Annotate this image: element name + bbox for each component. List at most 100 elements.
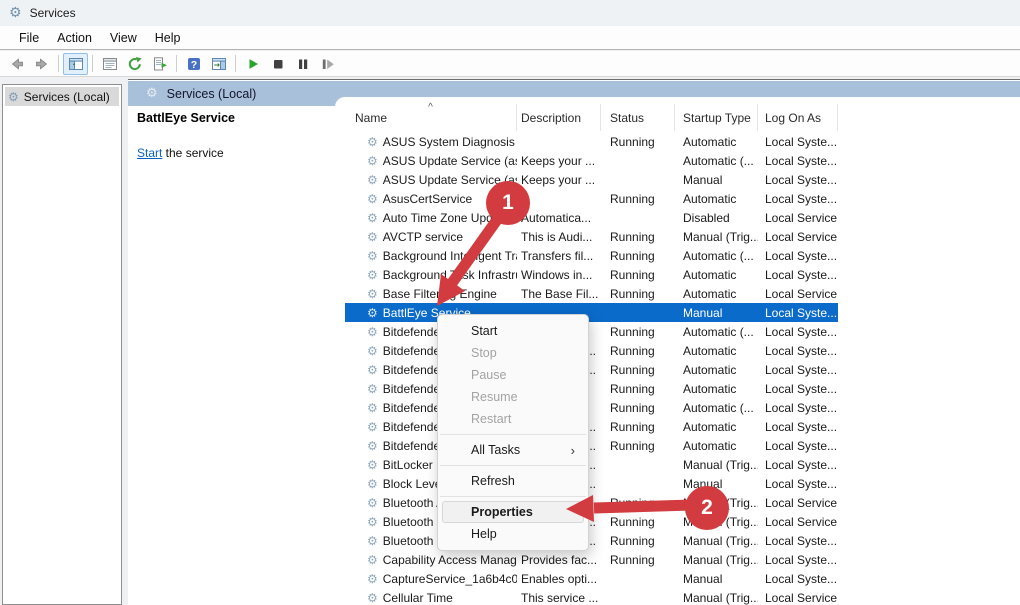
table-row[interactable]: ⚙ASUS Update Service (asusm)Keeps your .… xyxy=(345,170,838,189)
console-tree-sidebar: ⚙ Services (Local) xyxy=(2,84,122,605)
cell-startup-type: Automatic xyxy=(675,132,758,151)
cell-startup-type: Automatic (... xyxy=(675,322,758,341)
cell-status: Running xyxy=(601,341,675,360)
table-row[interactable]: ⚙AsusCertServiceRunningAutomaticLocal Sy… xyxy=(345,189,838,208)
table-row[interactable]: ⚙Background Task Infrastruc...Windows in… xyxy=(345,265,838,284)
toolbar-separator xyxy=(58,55,59,72)
cell-startup-type: Manual xyxy=(675,569,758,588)
cell-description: Keeps your ... xyxy=(517,170,601,189)
cell-description xyxy=(517,132,601,151)
cell-log-on-as: Local Syste... xyxy=(758,341,838,360)
service-gear-icon: ⚙ xyxy=(367,497,378,509)
table-row[interactable]: ⚙BattlEye ServiceManualLocal Syste... xyxy=(345,303,838,322)
service-gear-icon: ⚙ xyxy=(367,573,378,585)
table-row[interactable]: ⚙Bitdefender V...RunningAutomaticLocal S… xyxy=(345,417,838,436)
table-row[interactable]: ⚙Bitdefender RRunningAutomatic (...Local… xyxy=(345,398,838,417)
context-menu-item-help[interactable]: Help xyxy=(438,523,588,545)
cell-status: Running xyxy=(601,531,675,550)
services-app-icon: ⚙ xyxy=(9,6,22,20)
context-menu-item-pause: Pause xyxy=(438,364,588,386)
cell-log-on-as: Local Syste... xyxy=(758,246,838,265)
table-row[interactable]: ⚙Bluetooth Use...RunningManual (Trig...L… xyxy=(345,531,838,550)
cell-log-on-as: Local Service xyxy=(758,284,838,303)
window-title: Services xyxy=(30,6,76,20)
table-row[interactable]: ⚙Bitdefender V...RunningAutomaticLocal S… xyxy=(345,436,838,455)
cell-description: Enables opti... xyxy=(517,569,601,588)
menu-file[interactable]: File xyxy=(10,28,48,48)
export-list-button[interactable] xyxy=(147,53,172,75)
forward-icon xyxy=(34,56,50,72)
start-service-button[interactable] xyxy=(240,53,265,75)
cell-status: Running xyxy=(601,550,675,569)
menu-view[interactable]: View xyxy=(101,28,146,48)
menu-help[interactable]: Help xyxy=(146,28,190,48)
table-row[interactable]: ⚙BitLocker Drivi...Manual (Trig...Local … xyxy=(345,455,838,474)
table-row[interactable]: ⚙Auto Time Zone UpdaterAutomatica...Disa… xyxy=(345,208,838,227)
column-header-name[interactable]: Name^ xyxy=(345,104,517,131)
table-row[interactable]: ⚙Bitdefender A...RunningAutomaticLocal S… xyxy=(345,341,838,360)
column-header-description[interactable]: Description xyxy=(517,104,601,131)
service-gear-icon: ⚙ xyxy=(367,383,378,395)
cell-startup-type: Manual xyxy=(675,170,758,189)
cell-status: Running xyxy=(601,265,675,284)
service-gear-icon: ⚙ xyxy=(367,307,378,319)
table-row[interactable]: ⚙Base Filtering EngineThe Base Fil...Run… xyxy=(345,284,838,303)
service-gear-icon: ⚙ xyxy=(367,345,378,357)
cell-log-on-as: Local Syste... xyxy=(758,474,838,493)
back-button[interactable] xyxy=(4,53,29,75)
step-1-badge: 1 xyxy=(486,181,530,225)
properties-button[interactable] xyxy=(97,53,122,75)
column-header-log-on-as[interactable]: Log On As xyxy=(758,104,838,131)
start-service-link[interactable]: Start xyxy=(137,146,162,160)
toolbar-separator xyxy=(235,55,236,72)
stop-service-button[interactable] xyxy=(265,53,290,75)
step-2-badge: 2 xyxy=(685,486,729,530)
table-row[interactable]: ⚙Bluetooth Sup...RunningManual (Trig...L… xyxy=(345,512,838,531)
cell-log-on-as: Local Syste... xyxy=(758,398,838,417)
column-header-startup-type[interactable]: Startup Type xyxy=(675,104,758,131)
help-button[interactable]: ? xyxy=(181,53,206,75)
cell-status: Running xyxy=(601,322,675,341)
table-row[interactable]: ⚙Bitdefender D...RunningAutomaticLocal S… xyxy=(345,360,838,379)
context-menu-item-start[interactable]: Start xyxy=(438,320,588,342)
table-row[interactable]: ⚙ASUS System DiagnosisRunningAutomaticLo… xyxy=(345,132,838,151)
table-row[interactable]: ⚙Bitdefender PRunningAutomaticLocal Syst… xyxy=(345,379,838,398)
show-action-pane-button[interactable] xyxy=(206,53,231,75)
table-row[interactable]: ⚙AVCTP serviceThis is Audi...RunningManu… xyxy=(345,227,838,246)
cell-startup-type: Manual (Trig... xyxy=(675,550,758,569)
cell-log-on-as: Local Syste... xyxy=(758,455,838,474)
service-gear-icon: ⚙ xyxy=(367,326,378,338)
pause-service-button[interactable] xyxy=(290,53,315,75)
refresh-button[interactable] xyxy=(122,53,147,75)
panel-header-label: Services (Local) xyxy=(167,87,257,101)
restart-service-button[interactable] xyxy=(315,53,340,75)
context-menu-item-all-tasks[interactable]: All Tasks› xyxy=(438,439,588,461)
sidebar-item-services-local[interactable]: ⚙ Services (Local) xyxy=(5,87,119,106)
cell-log-on-as: Local Syste... xyxy=(758,265,838,284)
service-action-text: Start the service xyxy=(137,146,224,160)
table-row[interactable]: ⚙Block Level Ba...ManualLocal Syste... xyxy=(345,474,838,493)
gear-icon: ⚙ xyxy=(146,87,158,100)
menu-action[interactable]: Action xyxy=(48,28,101,48)
show-console-tree-button[interactable] xyxy=(63,53,88,75)
table-row[interactable]: ⚙Capability Access Manager ...Provides f… xyxy=(345,550,838,569)
table-row[interactable]: ⚙Bluetooth AuRunningManual (Trig...Local… xyxy=(345,493,838,512)
cell-description: This service ... xyxy=(517,588,601,605)
cell-description: Provides fac... xyxy=(517,550,601,569)
table-row[interactable]: ⚙Cellular TimeThis service ...Manual (Tr… xyxy=(345,588,838,605)
stop-service-icon xyxy=(270,56,286,72)
table-row[interactable]: ⚙Background Intelligent Tran...Transfers… xyxy=(345,246,838,265)
forward-button[interactable] xyxy=(29,53,54,75)
context-menu-item-properties[interactable]: Properties xyxy=(442,501,584,523)
cell-startup-type: Manual (Trig... xyxy=(675,455,758,474)
cell-name: ⚙CaptureService_1a6b4c0 xyxy=(345,569,517,588)
cell-name: ⚙ASUS Update Service (asus) xyxy=(345,151,517,170)
column-header-status[interactable]: Status xyxy=(601,104,675,131)
context-menu-item-refresh[interactable]: Refresh xyxy=(438,470,588,492)
table-row[interactable]: ⚙ASUS Update Service (asus)Keeps your ..… xyxy=(345,151,838,170)
cell-startup-type: Manual (Trig... xyxy=(675,531,758,550)
cell-status xyxy=(601,151,675,170)
sidebar-item-label: Services (Local) xyxy=(24,90,110,104)
table-row[interactable]: ⚙CaptureService_1a6b4c0Enables opti... Ma… xyxy=(345,569,838,588)
table-row[interactable]: ⚙Bitdefender ARunningAutomatic (...Local… xyxy=(345,322,838,341)
